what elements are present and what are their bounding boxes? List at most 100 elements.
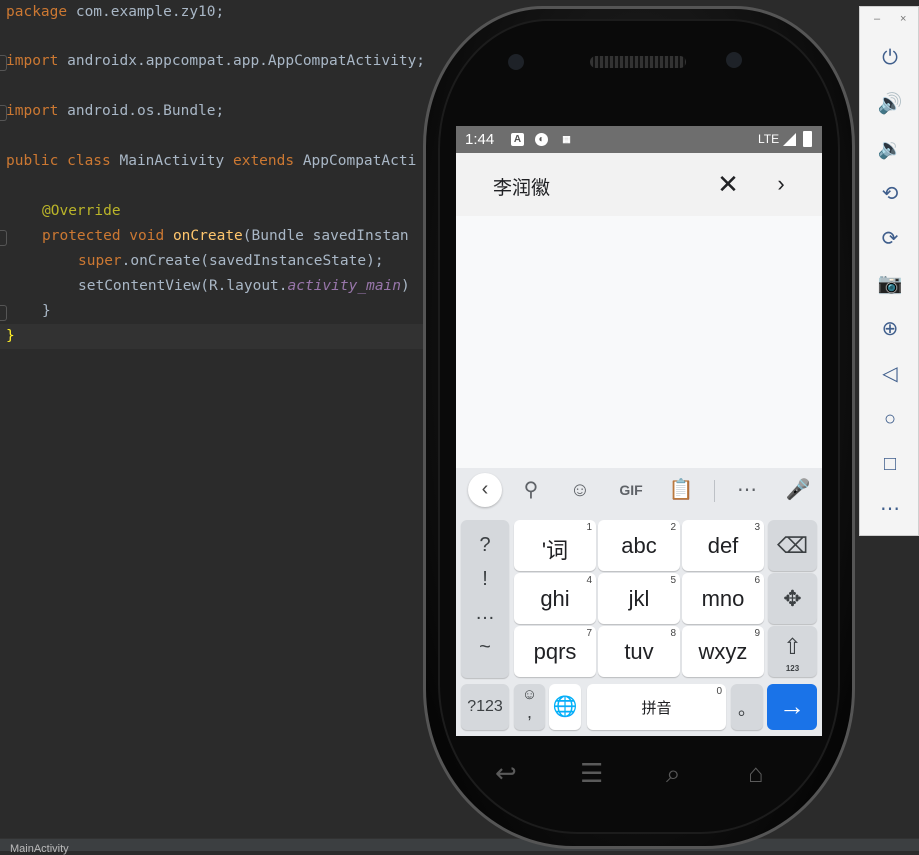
emoji-key[interactable]: ☺ , (514, 684, 545, 730)
rotate-right-icon[interactable]: ⟳ (860, 224, 919, 254)
symbol-exclaim[interactable]: ! (461, 568, 509, 591)
key-label: wxyz (698, 639, 748, 664)
notification-a-icon: A (511, 133, 524, 146)
status-text: MainActivity (10, 843, 69, 855)
volume-up-icon[interactable]: 🔊 (860, 89, 919, 119)
gif-button[interactable]: GIF (611, 468, 651, 512)
hw-back-icon[interactable]: ↩ (495, 758, 517, 789)
key-label: pqrs (533, 639, 577, 664)
cursor-move-icon[interactable]: ✥ (768, 573, 817, 624)
symbol-tilde[interactable]: ~ (461, 636, 509, 659)
period-key[interactable]: 。 (731, 684, 763, 730)
close-panel-button[interactable]: × (900, 13, 906, 25)
hw-menu-icon[interactable]: ☰ (580, 758, 603, 789)
app-title: 李润徽 (493, 178, 551, 199)
key-label: ghi (540, 586, 570, 611)
code-line[interactable]: package com.example.zy10; (6, 0, 224, 25)
code-line[interactable]: protected void onCreate(Bundle savedInst… (42, 224, 409, 249)
key-7[interactable]: 7 pqrs (514, 626, 596, 677)
back-icon[interactable]: ◁ (860, 359, 919, 389)
globe-icon[interactable]: 🌐 (549, 684, 581, 730)
more-icon[interactable]: ⋯ (727, 468, 767, 512)
space-key[interactable]: 0 拼音 (587, 684, 726, 730)
overview-icon[interactable]: □ (860, 449, 919, 479)
key-5[interactable]: 5 jkl (598, 573, 680, 624)
app-content-area[interactable] (456, 216, 822, 468)
code-line[interactable]: import androidx.appcompat.app.AppCompatA… (6, 49, 425, 74)
shift-icon: ⇧ (783, 634, 802, 659)
shift-key[interactable]: ⇧ 123 (768, 626, 817, 677)
hw-home-icon[interactable]: ⌂ (748, 758, 764, 789)
status-time: 1:44 (465, 131, 495, 148)
key-label: def (707, 533, 739, 558)
earpiece-speaker (590, 56, 686, 68)
notification-app-icon: ◐ (535, 133, 548, 146)
code-line[interactable]: @Override (42, 199, 121, 224)
minimize-button[interactable]: – (874, 13, 880, 25)
key-number: 1 (586, 522, 592, 533)
emoji-icon: ☺ (521, 686, 538, 703)
key-number: 3 (754, 522, 760, 533)
fold-marker[interactable] (0, 230, 7, 246)
close-icon[interactable]: ✕ (713, 167, 743, 201)
key-label: abc (621, 533, 657, 558)
code-line[interactable]: super.onCreate(savedInstanceState); (78, 249, 384, 274)
key-label: jkl (628, 586, 650, 611)
backspace-icon[interactable]: ⌫ (768, 520, 817, 571)
code-editor[interactable]: package com.example.zy10; import android… (0, 0, 440, 850)
key-2[interactable]: 2 abc (598, 520, 680, 571)
mic-icon[interactable]: 🎤 (778, 468, 818, 512)
fold-marker[interactable] (0, 305, 7, 321)
clipboard-icon[interactable]: 📋 (661, 468, 701, 512)
app-bar: 李润徽 ✕ › (456, 153, 822, 216)
volume-down-icon[interactable]: 🔉 (860, 134, 919, 164)
battery-icon (803, 131, 812, 147)
camera-icon[interactable]: 📷 (860, 269, 919, 299)
code-line[interactable]: public class MainActivity extends AppCom… (6, 149, 416, 174)
ide-status-bar: MainActivity (0, 838, 919, 855)
sensor-icon (726, 52, 742, 68)
symbol-key-column[interactable]: ? ! … ~ (461, 520, 509, 678)
power-icon[interactable]: ⏻ (860, 43, 919, 73)
key-number: 9 (754, 628, 760, 639)
key-label: mno (701, 586, 745, 611)
current-line-highlight (0, 324, 440, 349)
symbol-question[interactable]: ? (461, 534, 509, 557)
sim-icon: ▦ (562, 134, 571, 144)
hw-search-icon[interactable]: ⌕ (666, 758, 681, 790)
key-3[interactable]: 3 def (682, 520, 764, 571)
chevron-right-icon[interactable]: › (769, 167, 793, 201)
sticker-icon[interactable]: ☺ (560, 468, 600, 512)
key-6[interactable]: 6 mno (682, 573, 764, 624)
network-type: LTE (758, 132, 780, 146)
soft-keyboard: ‹ ⚲ ☺ GIF 📋 ⋯ 🎤 ? ! … ~ 1 '词 2 abc 3 def 4 g… (456, 468, 822, 736)
symbols-key[interactable]: ?123 (461, 684, 509, 730)
key-number: 2 (670, 522, 676, 533)
key-1[interactable]: 1 '词 (514, 520, 596, 571)
zoom-icon[interactable]: ⊕ (860, 314, 919, 344)
key-4[interactable]: 4 ghi (514, 573, 596, 624)
more-icon[interactable]: ⋯ (860, 494, 919, 524)
phone-screen[interactable]: 1:44 A ◐ ▦ LTE 李润徽 ✕ › ‹ ⚲ ☺ GIF 📋 ⋯ 🎤 ?… (456, 126, 822, 736)
key-9[interactable]: 9 wxyz (682, 626, 764, 677)
key-label: '词 (541, 538, 569, 563)
search-icon[interactable]: ⚲ (511, 468, 551, 512)
code-line[interactable]: } (42, 299, 51, 324)
code-line[interactable]: setContentView(R.layout.activity_main) (78, 274, 410, 299)
key-number: 0 (716, 686, 722, 697)
toolbar-divider (714, 480, 715, 502)
home-icon[interactable]: ○ (860, 404, 919, 434)
back-icon[interactable]: ‹ (468, 473, 502, 507)
key-number: 7 (586, 628, 592, 639)
key-8[interactable]: 8 tuv (598, 626, 680, 677)
enter-arrow-icon[interactable]: → (767, 684, 817, 730)
key-number: 8 (670, 628, 676, 639)
space-label: 拼音 (641, 700, 672, 717)
emulator-control-panel: – × ⏻ 🔊 🔉 ⟲ ⟳ 📷 ⊕ ◁ ○ □ ⋯ (859, 6, 919, 536)
code-line[interactable]: } (6, 324, 15, 349)
rotate-left-icon[interactable]: ⟲ (860, 179, 919, 209)
android-status-bar: 1:44 A ◐ ▦ LTE (456, 126, 822, 153)
key-number: 5 (670, 575, 676, 586)
code-line[interactable]: import android.os.Bundle; (6, 99, 224, 124)
symbol-ellipsis[interactable]: … (461, 602, 509, 625)
